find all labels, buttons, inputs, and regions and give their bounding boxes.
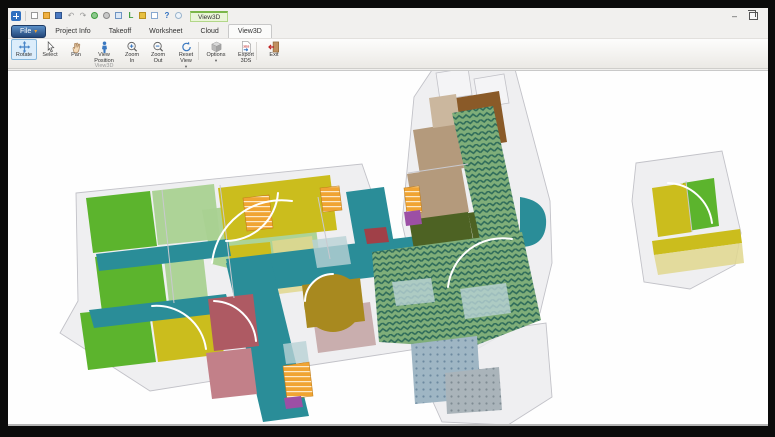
- rotate-label: Rotate: [16, 53, 32, 59]
- ribbon-group-label: View3D: [11, 63, 197, 69]
- select-label: Select: [42, 53, 57, 59]
- tab-takeoff[interactable]: Takeoff: [100, 25, 140, 38]
- ribbon-divider-1: [198, 42, 199, 60]
- tab-worksheet[interactable]: Worksheet: [140, 25, 191, 38]
- sync-icon[interactable]: [90, 11, 100, 21]
- options-button[interactable]: Options ▾: [201, 39, 231, 64]
- titlebar: ↶ ↷ L ? View3D –: [8, 8, 768, 23]
- floor-red-small: [364, 227, 389, 244]
- pan-button[interactable]: Pan: [63, 39, 89, 60]
- floors-maroon-light: [206, 348, 257, 399]
- restore-button[interactable]: [749, 12, 758, 20]
- floor-dotted-grey: [445, 367, 502, 414]
- export-3ds-label: Export 3DS: [238, 53, 254, 65]
- open-folder-icon[interactable]: [42, 11, 52, 21]
- redo-icon[interactable]: ↷: [78, 11, 88, 21]
- tab-project-info[interactable]: Project Info: [46, 25, 99, 38]
- context-tab-header[interactable]: View3D: [190, 11, 228, 22]
- file-menu-label: File: [20, 28, 31, 35]
- minimize-button[interactable]: –: [732, 12, 737, 20]
- takeoff-tool-icon[interactable]: L: [126, 11, 136, 21]
- viewport-3d[interactable]: [8, 70, 768, 424]
- new-document-icon[interactable]: [30, 11, 40, 21]
- cloud-icon[interactable]: [174, 11, 184, 21]
- floors-maroon: [208, 294, 259, 351]
- pan-label: Pan: [71, 53, 81, 59]
- ribbon-view3d-group: Rotate Select Pan View Position: [8, 38, 768, 69]
- ribbon-tab-row: File ▾ Project Info Takeoff Worksheet Cl…: [8, 23, 768, 38]
- floorplan-3d-model: [8, 71, 768, 424]
- planswift-window: ↶ ↷ L ? View3D – File ▾ Project Info Tak…: [8, 8, 768, 425]
- app-logo-icon[interactable]: [11, 11, 21, 21]
- file-menu-button[interactable]: File ▾: [11, 25, 46, 38]
- save-icon[interactable]: [54, 11, 64, 21]
- exit-button[interactable]: Exit: [261, 39, 287, 60]
- file-caret-icon: ▾: [34, 29, 37, 35]
- undo-icon[interactable]: ↶: [66, 11, 76, 21]
- window-icon[interactable]: [150, 11, 160, 21]
- window-bottom-edge: [8, 424, 768, 426]
- rotate-button[interactable]: Rotate: [11, 39, 37, 60]
- settings-gear-icon[interactable]: [102, 11, 112, 21]
- layers-panel-icon[interactable]: [114, 11, 124, 21]
- zoom-in-button[interactable]: Zoom In: [119, 39, 145, 66]
- select-button[interactable]: Select: [37, 39, 63, 60]
- tab-cloud[interactable]: Cloud: [192, 25, 228, 38]
- tab-view3d[interactable]: View3D: [228, 24, 272, 38]
- folder-icon[interactable]: [138, 11, 148, 21]
- options-caret-icon: ▾: [215, 59, 217, 63]
- zoom-out-button[interactable]: Zoom Out: [145, 39, 171, 66]
- exit-label: Exit: [269, 53, 278, 59]
- titlebar-separator: [25, 11, 26, 21]
- view-position-button[interactable]: View Position: [89, 39, 119, 66]
- help-icon[interactable]: ?: [162, 11, 172, 21]
- svg-text:3DS: 3DS: [243, 44, 249, 48]
- ribbon-divider-2: [256, 42, 257, 60]
- window-controls: –: [732, 12, 762, 20]
